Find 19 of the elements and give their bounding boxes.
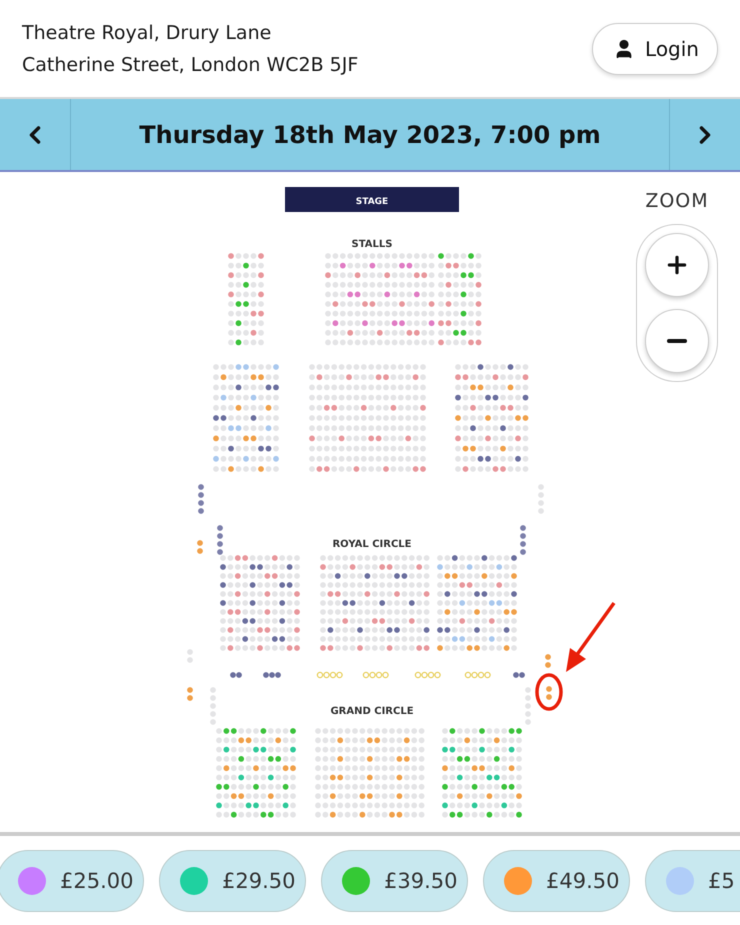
login-button[interactable]: Login xyxy=(592,22,718,74)
stage-label: STAGE xyxy=(356,197,388,207)
venue-address: Catherine Street, London WC2B 5JF xyxy=(22,52,358,78)
price-filter-button[interactable]: £25.00 xyxy=(0,850,144,912)
section-label: GRAND CIRCLE xyxy=(330,706,414,717)
highlight-circle xyxy=(535,673,563,711)
zoom-out-button[interactable] xyxy=(645,309,709,373)
minus-icon xyxy=(667,339,687,343)
price-filter-button[interactable]: £39.50 xyxy=(321,850,468,912)
price-filter-button[interactable]: £5 xyxy=(645,850,740,912)
performance-date: Thursday 18th May 2023, 7:00 pm xyxy=(139,120,601,148)
zoom-label: ZOOM xyxy=(645,190,709,212)
section-label: ROYAL CIRCLE xyxy=(332,539,412,550)
zoom-in-button[interactable] xyxy=(645,233,709,297)
price-filter-button[interactable]: £29.50 xyxy=(159,850,306,912)
price-filter-button[interactable]: £49.50 xyxy=(483,850,630,912)
annotation-arrow xyxy=(566,602,616,672)
section-label: STALLS xyxy=(352,239,392,250)
venue-name: Theatre Royal, Drury Lane xyxy=(22,20,272,46)
